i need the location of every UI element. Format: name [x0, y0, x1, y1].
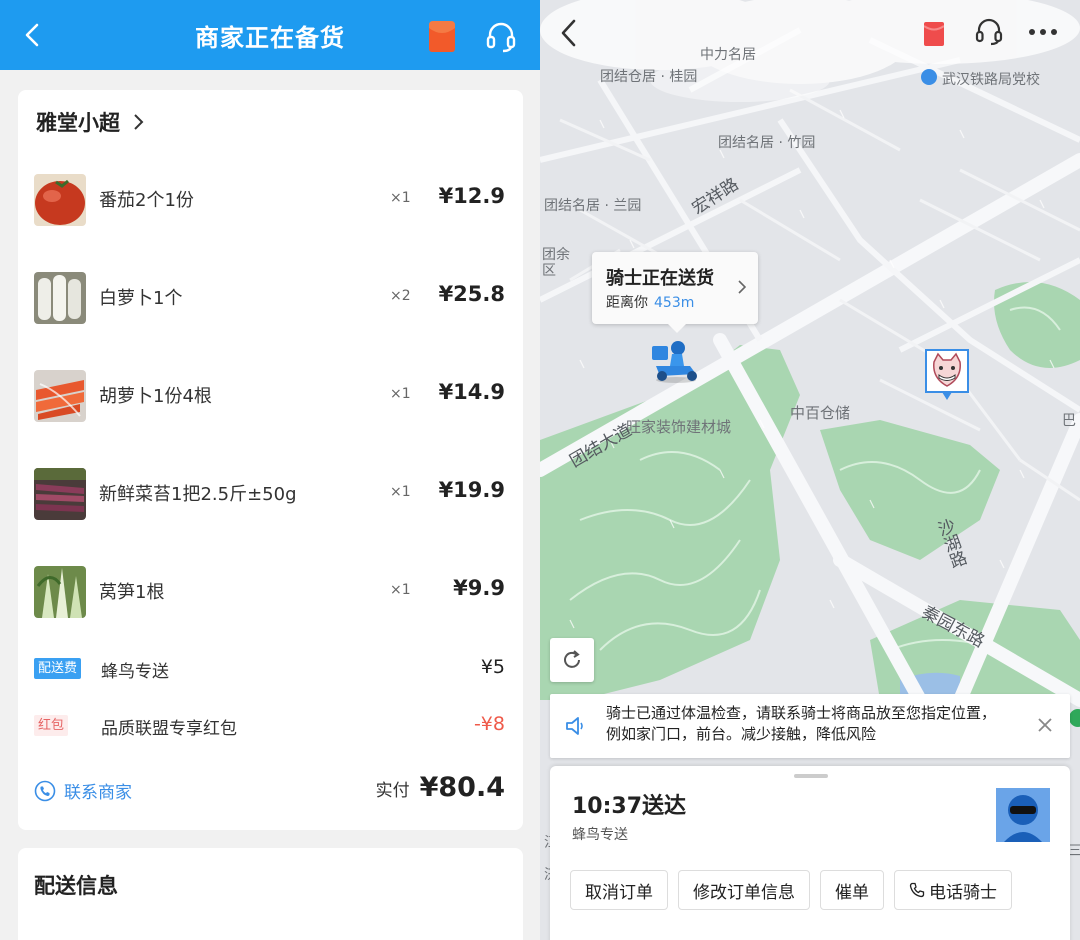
call-rider-label: 电话骑士: [929, 882, 997, 903]
refresh-location-button[interactable]: [550, 638, 594, 682]
item-name: 胡萝卜1份4根: [99, 386, 212, 407]
speaker-icon: [566, 717, 583, 735]
school-poi-icon: [921, 69, 937, 85]
close-icon[interactable]: [1036, 716, 1054, 734]
paid-total: 实付 ¥80.4: [376, 772, 505, 803]
urge-order-button[interactable]: 催单: [820, 870, 884, 910]
phone-icon: [909, 882, 925, 898]
fee-label: 品质联盟专享红包: [101, 719, 237, 739]
chevron-right-icon: [134, 114, 144, 130]
order-item: 白萝卜1个 ×2 ¥25.8: [18, 268, 523, 328]
delivery-map-screen: 团结仓居 · 桂园 中力名居 武汉铁路局党校 团结名居 · 竹园 团结名居 · …: [540, 0, 1080, 940]
order-item: 番茄2个1份 ×1 ¥12.9: [18, 170, 523, 230]
delivery-fee-tag: 配送费: [34, 658, 82, 679]
map-label: 巴: [1062, 413, 1076, 429]
red-packet-row: 红包 品质联盟专享红包 -¥8: [18, 711, 523, 741]
item-name: 新鲜菜苔1把2.5斤±50g: [99, 484, 297, 505]
safety-notice-banner: 骑士已通过体温检查，请联系骑士将商品放至您指定位置，例如家门口，前台。减少接触，…: [550, 694, 1070, 758]
item-price: ¥14.9: [438, 380, 505, 404]
delivery-fee-row: 配送费 蜂鸟专送 ¥5: [18, 654, 523, 684]
item-quantity: ×1: [390, 484, 411, 500]
modify-order-button[interactable]: 修改订单信息: [678, 870, 810, 910]
rider-status-bubble[interactable]: 骑士正在送货 距离你 453m: [592, 252, 758, 333]
map-label: 中力名居: [700, 47, 756, 63]
delivery-info-title: 配送信息: [34, 874, 118, 898]
product-thumbnail-tomato: [34, 174, 86, 226]
back-arrow-icon[interactable]: [558, 18, 580, 48]
customer-service-icon[interactable]: [974, 17, 1004, 47]
contact-merchant-label: 联系商家: [64, 783, 132, 803]
item-quantity: ×1: [390, 582, 411, 598]
contact-merchant-button[interactable]: 联系商家: [34, 778, 132, 803]
order-card: 雅堂小超 番茄2个1份 ×1 ¥12.9 白萝卜1个 ×2 ¥25.8 胡萝卜1…: [18, 90, 523, 830]
item-quantity: ×2: [390, 288, 411, 304]
map-label: 区: [542, 263, 556, 279]
more-options-icon[interactable]: [1028, 28, 1058, 36]
phone-icon: [34, 780, 56, 801]
distance-value: 453m: [654, 295, 695, 311]
item-price: ¥9.9: [453, 576, 505, 600]
distance-prefix: 距离你: [606, 295, 648, 311]
call-rider-button[interactable]: 电话骑士: [894, 870, 1012, 910]
delivery-eta-card: 10:37送达 蜂鸟专送 取消订单 修改订单信息 催单 电话骑士: [550, 766, 1070, 940]
map-label: 武汉铁路局党校: [942, 72, 1040, 88]
map-label: 旺家装饰建材城: [626, 418, 732, 436]
item-quantity: ×1: [390, 190, 411, 206]
map-label: 团结名居 · 兰园: [544, 198, 642, 214]
rider-scooter-icon: [652, 341, 697, 383]
notice-text: 骑士已通过体温检查，请联系骑士将商品放至您指定位置，例如家门口，前台。减少接触，…: [606, 704, 997, 743]
delivery-service: 蜂鸟专送: [572, 827, 628, 843]
product-thumbnail-carrot: [34, 370, 86, 422]
action-buttons: 取消订单 修改订单信息 催单 电话骑士: [570, 870, 1022, 912]
refresh-icon: [564, 650, 580, 668]
red-packet-icon[interactable]: [428, 20, 456, 53]
map-label: 团结仓居 · 桂园: [600, 69, 698, 85]
item-price: ¥19.9: [438, 478, 505, 502]
eta-time: 10:37送达: [572, 794, 687, 819]
page-title: 商家正在备货: [195, 24, 345, 52]
rider-avatar[interactable]: [996, 788, 1050, 842]
product-thumbnail-radish: [34, 272, 86, 324]
item-quantity: ×1: [390, 386, 411, 402]
item-name: 白萝卜1个: [99, 288, 183, 309]
map-label: 中百仓储: [790, 404, 851, 422]
item-name: 番茄2个1份: [99, 190, 194, 211]
customer-service-icon[interactable]: [484, 20, 518, 54]
discount-value: -¥8: [473, 713, 505, 735]
product-thumbnail-lettuce: [34, 566, 86, 618]
item-price: ¥12.9: [438, 184, 505, 208]
chevron-right-icon: [738, 280, 746, 294]
shop-link[interactable]: 雅堂小超: [36, 106, 144, 138]
rider-distance: 距离你 453m: [606, 292, 694, 312]
product-thumbnail-caitai: [34, 468, 86, 520]
order-detail-screen: 商家正在备货 雅堂小超 番茄2个1份 ×1 ¥12.9 白萝卜1个 ×2 ¥25…: [0, 0, 540, 940]
fee-value: ¥5: [480, 656, 505, 678]
cancel-order-button[interactable]: 取消订单: [570, 870, 668, 910]
order-item: 莴笋1根 ×1 ¥9.9: [18, 562, 523, 622]
merchant-location-pin-icon: [925, 349, 969, 400]
shop-name: 雅堂小超: [36, 111, 120, 135]
fee-label: 蜂鸟专送: [101, 662, 169, 682]
drag-handle[interactable]: [794, 774, 828, 778]
paid-label: 实付: [375, 781, 410, 801]
order-item: 胡萝卜1份4根 ×1 ¥14.9: [18, 366, 523, 426]
red-packet-icon[interactable]: [924, 20, 944, 46]
map-label: 团结名居 · 竹园: [718, 135, 816, 151]
red-packet-tag: 红包: [34, 715, 69, 736]
delivery-info-card: 配送信息: [18, 848, 523, 940]
paid-amount: ¥80.4: [419, 772, 505, 803]
item-name: 莴笋1根: [99, 582, 165, 603]
header-bar: 商家正在备货: [0, 0, 540, 70]
order-item: 新鲜菜苔1把2.5斤±50g ×1 ¥19.9: [18, 464, 523, 524]
rider-status-title: 骑士正在送货: [606, 268, 714, 289]
item-price: ¥25.8: [438, 282, 505, 306]
